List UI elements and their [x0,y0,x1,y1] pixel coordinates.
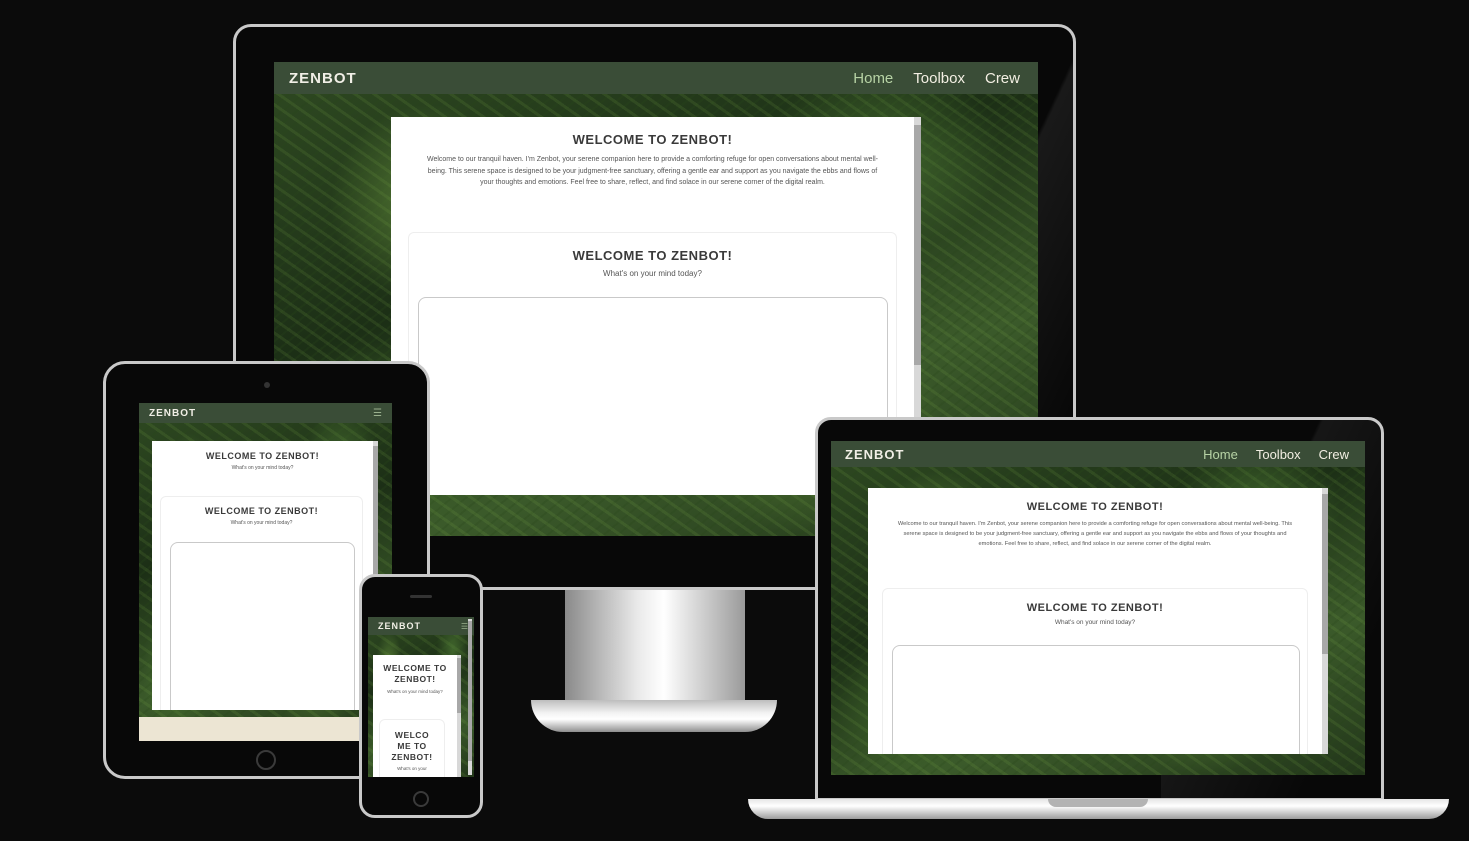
chat-title: WELCOME TO ZENBOT! [572,248,733,263]
laptop-nav-home-link[interactable]: Home [1203,447,1238,462]
nav-crew-link[interactable]: Crew [985,70,1020,87]
tablet-footer [139,717,392,741]
laptop-chat-prompt: What's on your mind today? [1054,619,1136,626]
phone-scrollbar-thumb[interactable] [457,658,461,713]
phone-chat-title: WELCO ME TO ZENBOT! [391,730,433,762]
brand-logo[interactable]: ZENBOT [289,70,357,87]
phone-navbar: ZENBOT ☰ [368,617,474,635]
tablet-camera [264,382,270,388]
laptop-chat-window[interactable] [892,645,1300,754]
phone-page-scrollbar-thumb[interactable] [468,621,472,761]
tablet-welcome-prompt: What's on your mind today? [231,465,294,471]
phone-chat-panel: WELCO ME TO ZENBOT! What's on your [379,719,445,777]
chat-prompt: What's on your mind today? [603,269,702,278]
nav-home-link[interactable]: Home [853,70,893,87]
laptop-nav-crew-link[interactable]: Crew [1319,447,1349,462]
welcome-title: WELCOME TO ZENBOT! [572,132,733,147]
laptop-scrollbar-thumb[interactable] [1322,494,1328,654]
phone-brand[interactable]: ZENBOT [378,621,421,631]
phone-chat-prompt: What's on your [397,766,427,771]
laptop-navbar: ZENBOT Home Toolbox Crew [831,441,1365,467]
desktop-stand [565,588,745,706]
tablet-chat-panel: WELCOME TO ZENBOT! What's on your mind t… [160,496,363,710]
tablet-welcome-title: WELCOME TO ZENBOT! [205,451,320,461]
nav-toolbox-link[interactable]: Toolbox [913,70,965,87]
desktop-stand-base [531,700,777,732]
desktop-scrollbar-thumb[interactable] [914,125,921,365]
laptop-welcome-card: WELCOME TO ZENBOT! Welcome to our tranqu… [868,488,1322,754]
laptop-welcome-title: WELCOME TO ZENBOT! [1026,501,1164,513]
laptop-notch [1048,799,1148,807]
tablet-welcome-card: WELCOME TO ZENBOT! What's on your mind t… [152,441,373,710]
hamburger-icon[interactable]: ☰ [373,408,382,419]
phone-page-scrollbar[interactable] [468,619,472,775]
tablet-navbar: ZENBOT ☰ [139,403,392,423]
laptop-brand[interactable]: ZENBOT [845,447,904,462]
phone-welcome-title: WELCOME TO ZENBOT! [383,663,447,684]
tablet-chat-title: WELCOME TO ZENBOT! [204,506,319,516]
laptop-chat-title: WELCOME TO ZENBOT! [1026,602,1164,614]
tablet-chat-prompt: What's on your mind today? [230,520,293,526]
tablet-chat-window[interactable] [170,542,355,710]
phone-screen: ZENBOT ☰ WELCOME TO ZENBOT! What's on yo… [368,617,474,777]
laptop-scrollbar[interactable] [1322,488,1328,754]
phone-home-button[interactable] [413,791,429,807]
laptop-chat-panel: WELCOME TO ZENBOT! What's on your mind t… [882,588,1308,754]
tablet-brand[interactable]: ZENBOT [149,408,196,419]
tablet-screen: ZENBOT ☰ WELCOME TO ZENBOT! What's on yo… [139,403,392,741]
laptop-welcome-text: Welcome to our tranquil haven. I'm Zenbo… [897,521,1293,547]
phone-scrollbar[interactable] [457,655,461,777]
welcome-text: Welcome to our tranquil haven. I'm Zenbo… [426,156,878,186]
phone-speaker [410,595,432,598]
laptop-screen: ZENBOT Home Toolbox Crew WELCOME TO ZENB… [831,441,1365,775]
tablet-home-button[interactable] [256,750,276,770]
phone-hamburger-icon[interactable]: ☰ [461,622,468,631]
desktop-navbar: ZENBOT Home Toolbox Crew [274,62,1038,94]
phone-welcome-prompt: What's on your mind today? [387,689,443,694]
laptop-nav-toolbox-link[interactable]: Toolbox [1256,447,1301,462]
phone-welcome-card: WELCOME TO ZENBOT! What's on your mind t… [373,655,457,777]
